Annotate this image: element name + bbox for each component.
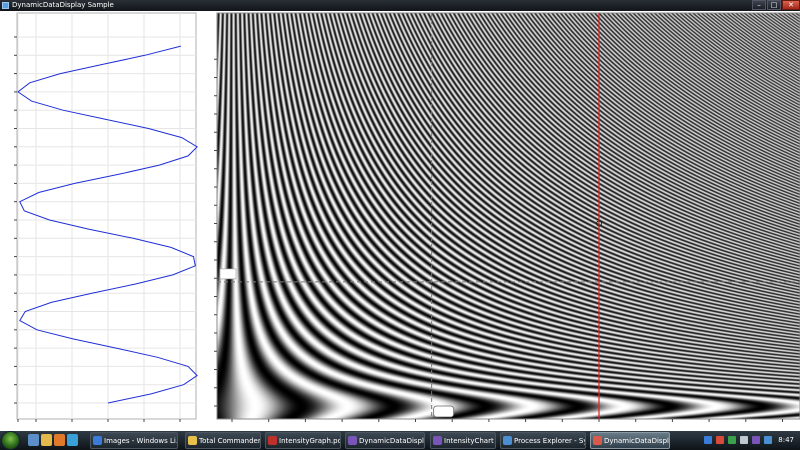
explorer-icon[interactable] — [41, 434, 52, 446]
taskbar-button[interactable]: IntensityChart (Runni... — [430, 432, 496, 449]
volume-icon[interactable] — [740, 436, 748, 444]
taskbar-button[interactable]: DynamicDataDisplay... — [590, 432, 670, 449]
taskbar-button-label: IntensityChart (Runni... — [444, 437, 495, 445]
app-icon — [93, 436, 102, 445]
taskbar-button[interactable]: Total Commander 7.... — [185, 432, 261, 449]
taskbar-button-label: Images - Windows Li... — [104, 437, 178, 445]
taskbar-button[interactable]: Images - Windows Li... — [90, 432, 178, 449]
taskbar-button[interactable]: DynamicDataDisplay... — [345, 432, 425, 449]
security-icon[interactable] — [728, 436, 736, 444]
system-tray: 8:47 — [700, 431, 800, 450]
app-icon — [2, 2, 9, 9]
taskbar-button-label: Total Commander 7.... — [199, 437, 261, 445]
maximize-button[interactable]: □ — [767, 0, 781, 10]
app-icon — [433, 436, 442, 445]
tray-app-icon[interactable] — [752, 436, 760, 444]
taskbar-button-label: Process Explorer - Sy... — [514, 437, 586, 445]
app-icon — [503, 436, 512, 445]
media-icon[interactable] — [67, 434, 78, 446]
minimize-button[interactable]: – — [752, 0, 766, 10]
cursor-y-label-box — [219, 268, 237, 280]
quick-launch — [28, 434, 78, 446]
network-icon[interactable] — [704, 436, 712, 444]
start-button[interactable] — [2, 432, 19, 449]
window-title: DynamicDataDisplay Sample — [12, 1, 114, 9]
window-title-bar[interactable]: DynamicDataDisplay Sample – □ ✕ — [0, 0, 800, 11]
close-button[interactable]: ✕ — [782, 0, 800, 10]
sine-line-chart[interactable] — [0, 11, 200, 431]
app-icon — [188, 436, 197, 445]
show-desktop-icon[interactable] — [28, 434, 39, 446]
browser-icon[interactable] — [54, 434, 65, 446]
taskbar: Images - Windows Li... Total Commander 7.… — [0, 431, 800, 450]
tray-app-icon[interactable] — [764, 436, 772, 444]
app-icon — [593, 436, 602, 445]
taskbar-button-label: DynamicDataDisplay... — [604, 437, 669, 445]
intensity-chart[interactable] — [200, 11, 800, 431]
taskbar-button-label: DynamicDataDisplay... — [359, 437, 424, 445]
flag-icon[interactable] — [716, 436, 724, 444]
intensity-heatmap-image — [217, 13, 800, 419]
app-icon — [348, 436, 357, 445]
taskbar-button[interactable]: Process Explorer - Sy... — [500, 432, 586, 449]
clock[interactable]: 8:47 — [778, 431, 794, 450]
taskbar-button-label: IntensityGraph.pdf - ... — [279, 437, 341, 445]
taskbar-button[interactable]: IntensityGraph.pdf - ... — [265, 432, 341, 449]
app-icon — [268, 436, 277, 445]
cursor-x-label-box — [433, 405, 455, 418]
window-client-area — [0, 11, 800, 431]
